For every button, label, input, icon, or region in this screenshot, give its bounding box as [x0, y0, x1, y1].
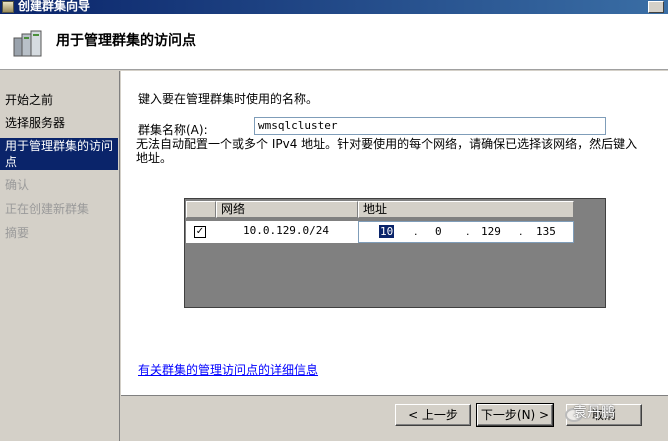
title-bar: 创建群集向导: [0, 0, 668, 14]
ip-separator: .: [414, 225, 418, 238]
grid-header-check: [186, 201, 216, 218]
network-checkbox[interactable]: ✓: [194, 226, 206, 238]
ip-separator: .: [519, 225, 523, 238]
nav-item-creating-cluster: 正在创建新群集: [5, 202, 90, 216]
wizard-content: 键入要在管理群集时使用的名称。 群集名称(A): wmsqlcluster 无法…: [121, 71, 668, 441]
watermark-text: 袁丹鹏: [573, 405, 615, 421]
nav-item-before-you-begin[interactable]: 开始之前: [0, 92, 118, 108]
next-button[interactable]: 下一步(N) >: [476, 403, 554, 427]
cluster-servers-icon: [13, 30, 42, 57]
wizard-steps-nav: 开始之前 选择服务器 用于管理群集的访问点 确认 正在创建新群集 摘要: [0, 71, 120, 441]
cluster-name-label: 群集名称(A):: [138, 123, 208, 137]
grid-header-address[interactable]: 地址: [358, 201, 574, 218]
table-row: ✓ 10.0.129.0/24 10 . 0 . 129 . 135: [186, 221, 574, 243]
window-title: 创建群集向导: [18, 0, 91, 13]
ip-octet-3[interactable]: 129: [481, 225, 501, 238]
wizard-header: 用于管理群集的访问点: [0, 14, 668, 70]
nav-item-summary: 摘要: [5, 226, 30, 240]
ip-address-input[interactable]: 10 . 0 . 129 . 135: [358, 221, 574, 243]
previous-button[interactable]: < 上一步: [395, 404, 471, 426]
instruction-text: 键入要在管理群集时使用的名称。: [138, 92, 319, 106]
ip-separator: .: [466, 225, 470, 238]
close-button[interactable]: [648, 1, 664, 13]
grid-header-network[interactable]: 网络: [216, 201, 358, 218]
page-title: 用于管理群集的访问点: [56, 33, 196, 49]
cluster-name-input[interactable]: wmsqlcluster: [254, 117, 606, 135]
ipv4-warning-text: 无法自动配置一个或多个 IPv4 地址。针对要使用的每个网络，请确保已选择该网络…: [136, 137, 638, 165]
network-cell: 10.0.129.0/24: [242, 224, 330, 237]
wizard-icon: [2, 1, 14, 13]
nav-item-access-point[interactable]: 用于管理群集的访问点: [0, 138, 118, 170]
ip-octet-1[interactable]: 10: [379, 225, 395, 238]
network-address-grid: 网络 地址 ✓ 10.0.129.0/24 10 . 0 . 129 . 135: [184, 198, 606, 308]
ip-octet-4[interactable]: 135: [536, 225, 556, 238]
ip-octet-2[interactable]: 0: [435, 225, 442, 238]
wizard-footer: < 上一步 下一步(N) > 取消 袁丹鹏: [121, 395, 668, 441]
nav-item-confirm: 确认: [5, 178, 30, 192]
more-info-link[interactable]: 有关群集的管理访问点的详细信息: [138, 361, 318, 378]
nav-item-select-servers[interactable]: 选择服务器: [0, 115, 118, 131]
